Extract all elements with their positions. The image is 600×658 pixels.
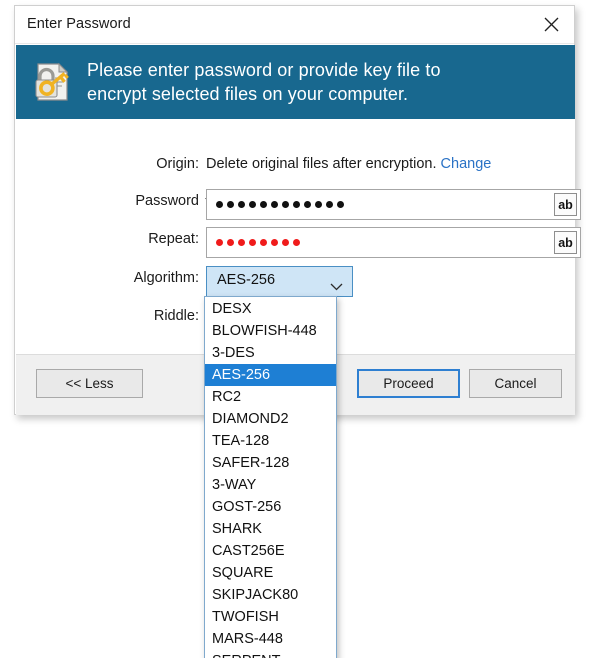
password-row: Password ab — [16, 189, 581, 220]
password-input[interactable]: ab — [206, 189, 581, 220]
proceed-button[interactable]: Proceed — [357, 369, 460, 398]
password-reveal-button[interactable]: ab — [554, 193, 577, 216]
password-masked-value — [216, 190, 344, 219]
algorithm-option[interactable]: TEA-128 — [205, 430, 336, 452]
repeat-row: Repeat: ab — [16, 227, 581, 258]
repeat-reveal-button[interactable]: ab — [554, 231, 577, 254]
algorithm-label: Algorithm: — [133, 270, 199, 286]
algorithm-option[interactable]: AES-256 — [205, 364, 336, 386]
dialog-header-banner: Please enter password or provide key fil… — [16, 45, 575, 119]
origin-change-link[interactable]: Change — [441, 156, 492, 172]
banner-message: Please enter password or provide key fil… — [87, 58, 455, 106]
banner-message-line1: Please enter password or provide key fil… — [87, 60, 441, 80]
repeat-masked-value — [216, 228, 300, 257]
password-label-dropdown[interactable]: Password — [135, 193, 213, 209]
algorithm-option[interactable]: CAST256E — [205, 540, 336, 562]
cancel-button[interactable]: Cancel — [469, 369, 562, 398]
riddle-label: Riddle: — [153, 308, 199, 324]
origin-value: Delete original files after encryption. … — [206, 156, 491, 172]
title-bar: Enter Password — [15, 6, 574, 44]
repeat-label: Repeat: — [148, 231, 199, 247]
algorithm-option[interactable]: GOST-256 — [205, 496, 336, 518]
algorithm-selected-value: AES-256 — [217, 272, 276, 288]
algorithm-option[interactable]: RC2 — [205, 386, 336, 408]
origin-label: Origin: — [156, 156, 199, 172]
algorithm-option[interactable]: SAFER-128 — [205, 452, 336, 474]
origin-value-text: Delete original files after encryption. — [206, 156, 437, 172]
algorithm-option[interactable]: SKIPJACK80 — [205, 584, 336, 606]
algorithm-option[interactable]: 3-WAY — [205, 474, 336, 496]
algorithm-option[interactable]: SQUARE — [205, 562, 336, 584]
window-title: Enter Password — [27, 16, 131, 32]
banner-message-line2: encrypt selected files on your computer. — [87, 84, 409, 104]
chevron-down-icon — [330, 278, 343, 296]
less-button[interactable]: << Less — [36, 369, 143, 398]
screen: Enter Password Please enter password or … — [0, 0, 600, 658]
algorithm-option[interactable]: DESX — [205, 298, 336, 320]
algorithm-dropdown-list[interactable]: DESX BLOWFISH-448 3-DES AES-256 RC2 DIAMOND2 T… — [204, 296, 337, 658]
algorithm-option[interactable]: SHARK — [205, 518, 336, 540]
algorithm-option[interactable]: MARS-448 — [205, 628, 336, 650]
algorithm-option[interactable]: 3-DES — [205, 342, 336, 364]
algorithm-option[interactable]: BLOWFISH-448 — [205, 320, 336, 342]
algorithm-row: Algorithm: AES-256 — [16, 266, 575, 297]
origin-row: Origin: Delete original files after encr… — [16, 152, 575, 182]
algorithm-option[interactable]: DIAMOND2 — [205, 408, 336, 430]
algorithm-combobox[interactable]: AES-256 — [206, 266, 353, 297]
close-icon[interactable] — [528, 6, 574, 42]
algorithm-option[interactable]: TWOFISH — [205, 606, 336, 628]
file-key-lock-icon — [29, 59, 75, 105]
password-label: Password — [135, 193, 199, 209]
algorithm-option[interactable]: SERPENT — [205, 650, 336, 658]
repeat-input[interactable]: ab — [206, 227, 581, 258]
